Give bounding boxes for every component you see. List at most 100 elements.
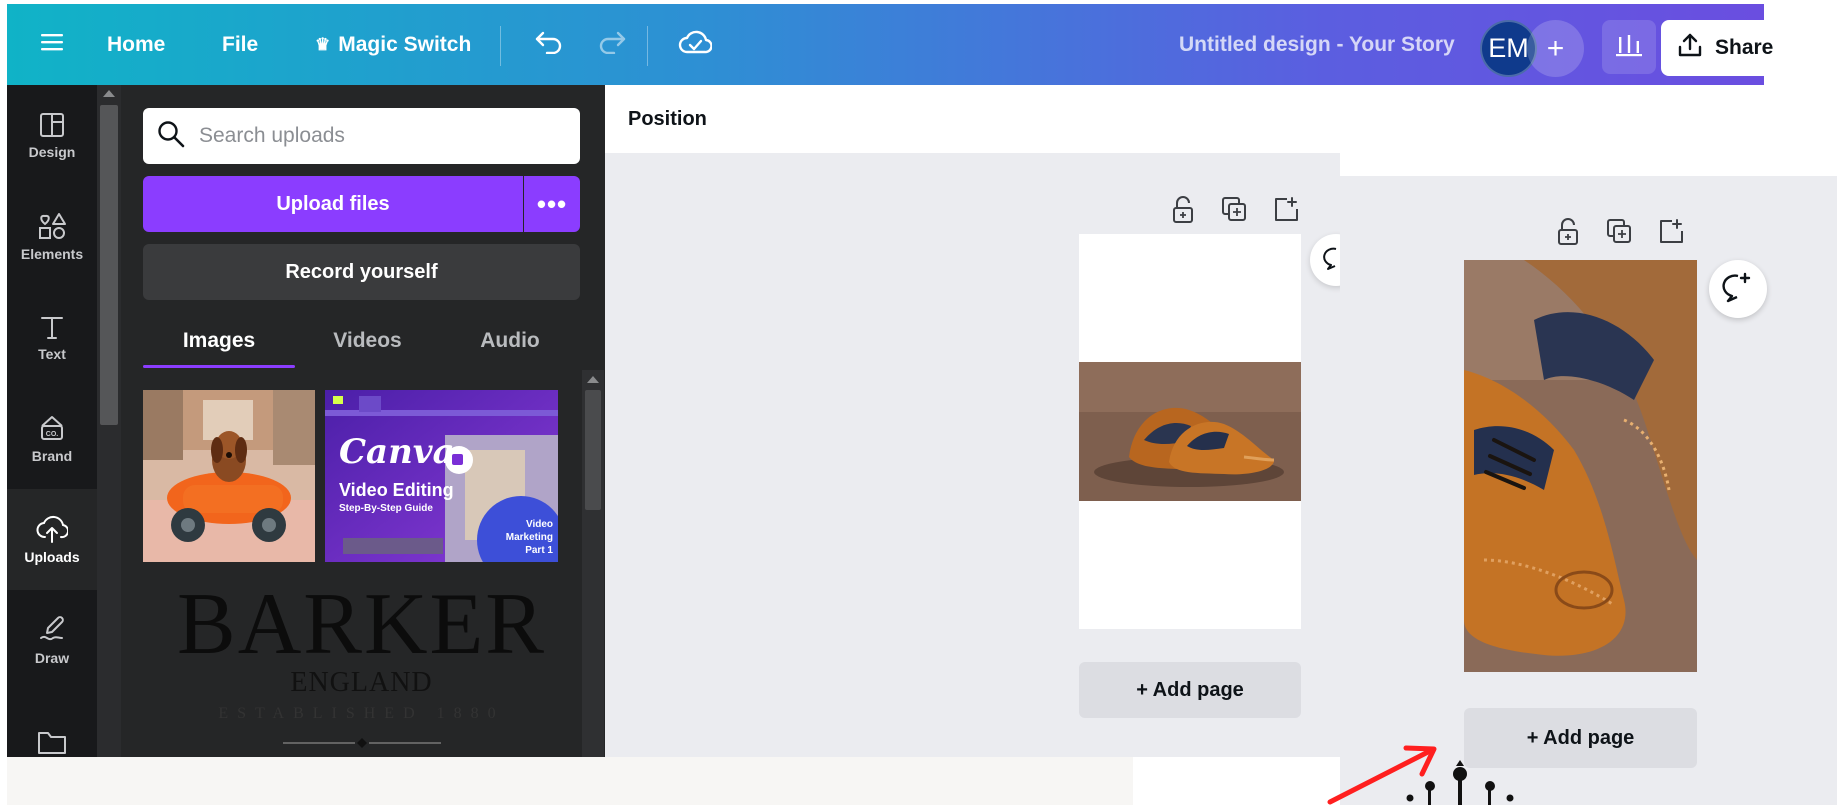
active-tab-indicator bbox=[143, 365, 295, 368]
scroll-up-icon[interactable] bbox=[103, 90, 115, 97]
badge-line: Part 1 bbox=[525, 545, 553, 556]
add-page-icon[interactable] bbox=[1658, 218, 1684, 246]
undo-icon bbox=[534, 30, 564, 60]
thumb-canva-title: Video Editing bbox=[339, 480, 454, 500]
design-page-large[interactable] bbox=[1464, 260, 1697, 672]
folder-icon bbox=[37, 729, 67, 755]
duplicate-page-icon[interactable] bbox=[1221, 196, 1247, 224]
barker-crown-icon bbox=[1406, 760, 1514, 805]
thumb-canva-badge: Video Marketing Part 1 bbox=[505, 518, 553, 557]
page-actions bbox=[1556, 218, 1684, 246]
sidebar-item-uploads[interactable]: Uploads bbox=[7, 489, 97, 590]
unlock-icon[interactable] bbox=[1556, 218, 1580, 246]
pen-icon bbox=[38, 615, 66, 644]
sidebar-item-label: Draw bbox=[34, 649, 70, 666]
barker-country: ENGLAND bbox=[290, 667, 433, 698]
barker-divider bbox=[283, 738, 441, 748]
magic-switch-button[interactable]: ♛ Magic Switch bbox=[315, 4, 471, 85]
canvas-area: + Add page bbox=[605, 153, 1362, 757]
sidebar-item-elements[interactable]: Elements bbox=[7, 186, 97, 287]
sidebar-item-design[interactable]: Design bbox=[7, 85, 97, 186]
upload-icon bbox=[1677, 32, 1703, 64]
badge-line: Marketing bbox=[505, 532, 553, 543]
canva-screen: { "header": { "menu_icon": "hamburger-ic… bbox=[0, 0, 1837, 805]
share-button[interactable]: Share bbox=[1661, 20, 1774, 76]
sidebar-item-text[interactable]: Text bbox=[7, 287, 97, 388]
bottom-area bbox=[7, 757, 1133, 805]
layout-icon bbox=[39, 112, 65, 138]
sidebar-scrollbar[interactable] bbox=[97, 85, 121, 757]
barker-wordmark: BARKER bbox=[177, 576, 546, 673]
panel-scrollbar[interactable] bbox=[582, 370, 604, 757]
search-icon bbox=[157, 120, 185, 153]
uploads-panel: Upload files ••• Record yourself Images … bbox=[121, 85, 605, 757]
search-input[interactable] bbox=[199, 124, 559, 148]
position-button[interactable]: Position bbox=[628, 85, 707, 153]
sidebar-item-label: Text bbox=[38, 345, 66, 362]
add-collaborator-button[interactable]: + bbox=[1527, 20, 1584, 77]
tab-videos[interactable]: Videos bbox=[295, 314, 440, 368]
home-button[interactable]: Home bbox=[107, 4, 165, 85]
cloud-upload-icon bbox=[36, 515, 68, 543]
share-label: Share bbox=[1715, 36, 1774, 59]
badge-line: Video bbox=[525, 519, 553, 530]
thumb-canva-subtitle: Step-By-Step Guide bbox=[339, 503, 433, 514]
crown-icon: ♛ bbox=[315, 34, 331, 54]
toolbar-divider bbox=[500, 26, 501, 66]
add-page-button[interactable]: + Add page bbox=[1079, 662, 1301, 718]
tab-images[interactable]: Images bbox=[143, 314, 295, 368]
redo-icon bbox=[597, 30, 627, 60]
magic-switch-label: Magic Switch bbox=[338, 32, 472, 56]
thumb-canva-brand: Canva bbox=[339, 432, 455, 472]
editor-toolbar: Position bbox=[605, 85, 1837, 153]
barker-established: ESTABLISHED 1880 bbox=[218, 705, 505, 722]
add-page-button-large[interactable]: + Add page bbox=[1464, 708, 1697, 768]
sidebar-item-label: Uploads bbox=[24, 548, 80, 565]
upload-options-button[interactable]: ••• bbox=[524, 176, 580, 232]
shapes-icon bbox=[37, 212, 67, 240]
sidebar-item-label: Brand bbox=[31, 447, 73, 464]
duplicate-page-icon[interactable] bbox=[1606, 218, 1632, 246]
brand-kit-icon: CO. bbox=[38, 414, 66, 442]
save-status-button[interactable] bbox=[673, 4, 717, 85]
tab-audio[interactable]: Audio bbox=[440, 314, 580, 368]
upload-thumbnail-barker-logo[interactable]: BARKER ENGLAND ESTABLISHED 1880 bbox=[143, 575, 580, 757]
add-page-icon[interactable] bbox=[1273, 196, 1299, 224]
insights-button[interactable] bbox=[1602, 20, 1656, 74]
upload-thumbnail-dog-car[interactable] bbox=[143, 390, 315, 562]
design-title[interactable]: Untitled design - Your Story bbox=[1179, 4, 1455, 85]
brogue-shoes-image bbox=[1079, 362, 1301, 501]
scrollbar-thumb[interactable] bbox=[100, 105, 118, 425]
top-bar: Home File ♛ Magic Switch Untitled design… bbox=[7, 4, 1773, 85]
side-nav: Design Elements Text CO. Brand Uploads D… bbox=[7, 85, 97, 757]
scrollbar-thumb[interactable] bbox=[585, 390, 601, 510]
add-comment-button[interactable] bbox=[1709, 260, 1767, 318]
redo-button[interactable] bbox=[592, 4, 632, 85]
add-comment-icon bbox=[1722, 271, 1754, 308]
bar-chart-icon bbox=[1615, 33, 1643, 62]
unlock-icon[interactable] bbox=[1171, 196, 1195, 224]
main-menu-button[interactable] bbox=[32, 4, 72, 85]
record-yourself-button[interactable]: Record yourself bbox=[143, 244, 580, 300]
undo-button[interactable] bbox=[529, 4, 569, 85]
search-box[interactable] bbox=[143, 108, 580, 164]
upload-thumbnail-video-guide[interactable]: Canva Video Editing Step-By-Step Guide V… bbox=[325, 390, 558, 562]
toolbar-divider bbox=[647, 26, 648, 66]
hamburger-icon bbox=[41, 33, 63, 57]
upload-files-button[interactable]: Upload files bbox=[143, 176, 523, 232]
sidebar-item-label: Elements bbox=[20, 245, 84, 262]
file-menu-button[interactable]: File bbox=[222, 4, 258, 85]
cloud-check-icon bbox=[678, 28, 713, 62]
svg-text:CO.: CO. bbox=[46, 431, 59, 438]
sidebar-item-draw[interactable]: Draw bbox=[7, 590, 97, 691]
zoomed-page-inset: + Add page bbox=[1340, 176, 1837, 805]
dog-car-image bbox=[143, 390, 315, 562]
page-actions bbox=[1171, 196, 1299, 224]
sidebar-item-brand[interactable]: CO. Brand bbox=[7, 388, 97, 489]
shoe-image[interactable] bbox=[1079, 362, 1301, 501]
text-icon bbox=[39, 314, 65, 340]
media-tabs: Images Videos Audio bbox=[143, 314, 580, 368]
design-page[interactable] bbox=[1079, 234, 1301, 629]
sidebar-item-label: Design bbox=[28, 143, 76, 160]
scroll-up-icon[interactable] bbox=[587, 376, 599, 383]
